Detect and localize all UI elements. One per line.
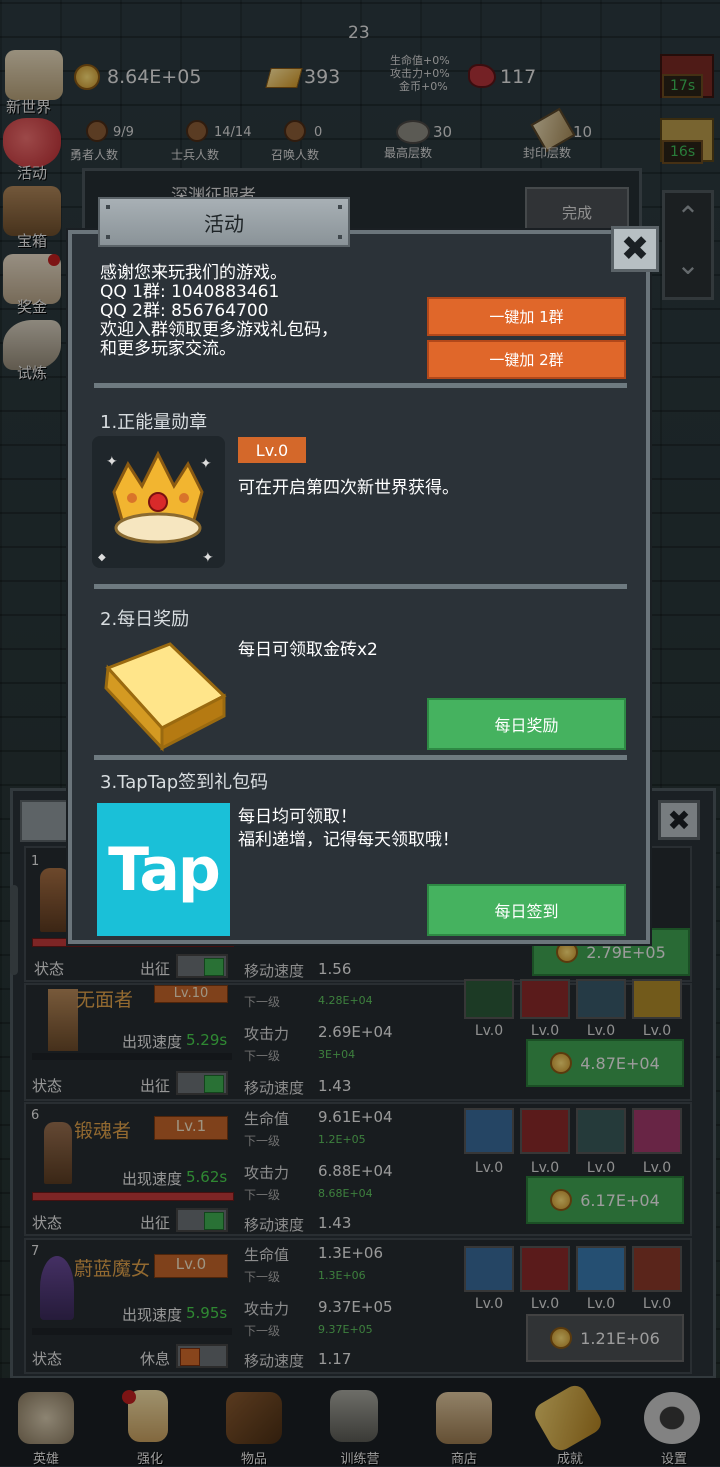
intro-line: 感谢您来玩我们的游戏。 [100,263,287,283]
daily-checkin-button[interactable]: 每日签到 [427,884,626,936]
taptap-logo: Tap [97,803,230,936]
intro-line: 和更多玩家交流。 [100,339,236,359]
gold-brick-icon [104,642,227,752]
section-taptap-title: 3.TapTap签到礼包码 [100,772,269,793]
join-group-1-button[interactable]: 一键加 1群 [427,297,626,336]
svg-text:✦: ✦ [202,550,214,566]
intro-line: 欢迎入群领取更多游戏礼包码， [100,320,338,340]
close-icon[interactable]: ✖ [621,229,650,269]
divider [94,584,627,589]
modal-title: 活动 [204,211,244,236]
gold-brick-image [98,636,232,754]
daily-description: 每日可领取金砖x2 [238,640,378,660]
taptap-logo-text: Tap [108,834,221,905]
taptap-description-2: 福利递增，记得每天领取哦！ [238,830,459,850]
taptap-description-1: 每日均可领取！ [238,807,357,827]
divider [94,755,627,760]
medal-frame: ✦ ✦ ✦ ◆ [92,436,225,568]
section-medal-title: 1.正能量勋章 [100,412,208,433]
medal-level-badge: Lv.0 [238,437,306,463]
svg-text:✦: ✦ [200,456,212,472]
crown-icon: ✦ ✦ ✦ ◆ [98,450,214,566]
medal-description: 可在开启第四次新世界获得。 [238,478,459,498]
modal-title-plate: 活动 [98,197,350,247]
modal-close-button[interactable]: ✖ [611,226,659,272]
join-group-2-button[interactable]: 一键加 2群 [427,340,626,379]
svg-text:◆: ◆ [98,552,106,563]
intro-text: 感谢您来玩我们的游戏。 QQ 1群: 1040883461 QQ 2群: 856… [100,264,338,359]
section-daily-title: 2.每日奖励 [100,609,190,630]
divider [94,383,627,388]
intro-line: QQ 1群: 1040883461 [100,282,280,302]
intro-line: QQ 2群: 856764700 [100,301,269,321]
daily-reward-button[interactable]: 每日奖励 [427,698,626,750]
svg-text:✦: ✦ [106,454,118,470]
